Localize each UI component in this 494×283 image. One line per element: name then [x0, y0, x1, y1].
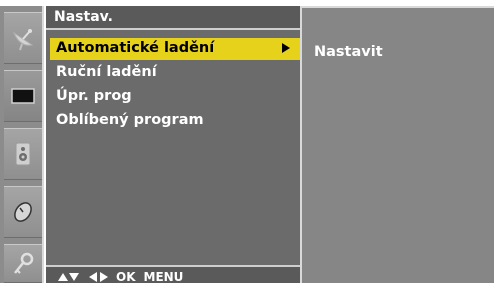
right-arrow-icon	[100, 271, 108, 282]
setup-menu-panel: Nastav. Automatické ladění Ruční ladění …	[46, 6, 300, 283]
menu-item-auto-tuning[interactable]: Automatické ladění	[50, 38, 300, 60]
up-arrow-icon	[58, 272, 68, 281]
left-arrow-icon	[89, 271, 97, 282]
menu-item-label: Oblíbený program	[56, 112, 204, 128]
category-lock[interactable]	[4, 244, 42, 283]
category-setup[interactable]	[4, 12, 42, 64]
screen-picture-icon	[11, 88, 35, 104]
navigation-hint-bar: OK MENU	[46, 265, 300, 283]
submenu-arrow-icon	[282, 43, 290, 53]
menu-item-label: Automatické ladění	[56, 40, 215, 56]
clock-time-icon	[14, 202, 32, 222]
tv-osd-screen: Nastav. Automatické ladění Ruční ladění …	[0, 0, 494, 283]
menu-item-program-edit[interactable]: Úpr. prog	[50, 86, 300, 108]
down-arrow-icon	[69, 272, 79, 281]
category-icon-bar	[0, 6, 44, 283]
submenu-item-set[interactable]: Nastavit	[314, 44, 383, 60]
key-lock-icon	[14, 252, 34, 274]
menu-item-favorite-program[interactable]: Oblíbený program	[50, 110, 300, 132]
category-picture[interactable]	[4, 70, 42, 122]
satellite-dish-icon	[12, 29, 34, 51]
menu-hint: MENU	[143, 269, 184, 283]
speaker-sound-icon	[15, 142, 31, 166]
submenu-panel: Nastavit	[300, 6, 494, 283]
menu-item-label: Úpr. prog	[56, 88, 132, 104]
menu-title: Nastav.	[46, 6, 300, 30]
category-sound[interactable]	[4, 128, 42, 180]
menu-item-label: Ruční ladění	[56, 64, 157, 80]
ok-hint: OK	[116, 269, 136, 283]
menu-item-manual-tuning[interactable]: Ruční ladění	[50, 62, 300, 84]
category-time[interactable]	[4, 186, 42, 238]
